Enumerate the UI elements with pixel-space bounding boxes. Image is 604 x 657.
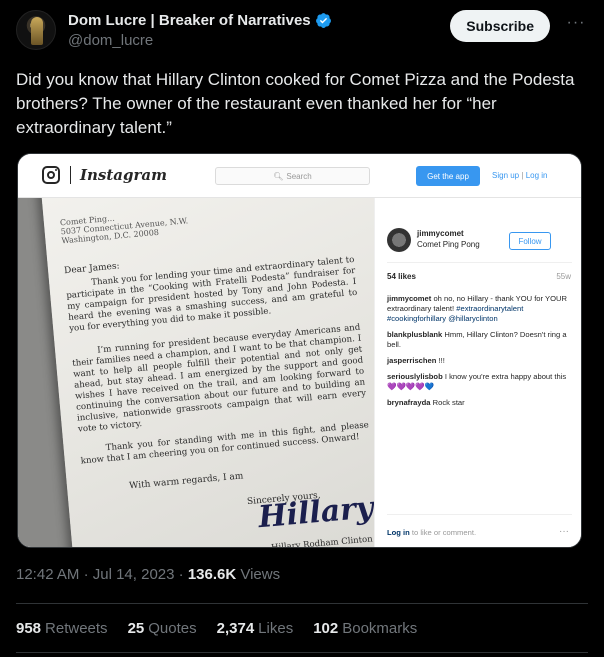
retweets-count: 958 xyxy=(16,620,42,637)
comment-text: !!! xyxy=(438,356,445,365)
instagram-login-prompt: Log in to like or comment. xyxy=(387,528,476,537)
tweet-time[interactable]: 12:42 AM xyxy=(16,566,79,583)
retweets-label: Retweets xyxy=(45,620,108,637)
instagram-likes: 54 likes xyxy=(387,272,416,281)
likes-count: 2,374 xyxy=(216,620,255,637)
signup-login-links: Sign up | Log in xyxy=(492,171,548,180)
comment-user: jasperrischen xyxy=(387,356,437,365)
search-placeholder: Search xyxy=(286,171,312,181)
divider xyxy=(16,652,588,653)
instagram-wordmark: Instagram xyxy=(80,166,167,184)
letter-address: Comet Ping... 5037 Connecticut Avenue, N… xyxy=(60,207,190,246)
quotes-count: 25 xyxy=(127,620,145,637)
retweets-stat[interactable]: 958 Retweets xyxy=(16,620,108,637)
instagram-comment: brynafrayda Rock star xyxy=(387,398,575,408)
quotes-label: Quotes xyxy=(148,620,197,637)
instagram-search: 🔍︎ Search xyxy=(215,167,370,185)
instagram-follow-button: Follow xyxy=(509,232,551,250)
instagram-username: jimmycomet xyxy=(417,229,464,238)
instagram-location: Comet Ping Pong xyxy=(417,240,480,249)
letter-typed-name: Hillary Rodham Clinton xyxy=(270,534,374,548)
divider xyxy=(387,262,572,263)
letter-paragraph: I’m running for president because everyd… xyxy=(71,322,367,435)
tweet: Dom Lucre | Breaker of Narratives @dom_l… xyxy=(0,0,604,657)
bookmarks-stat[interactable]: 102 Bookmarks xyxy=(313,620,417,637)
subscribe-button[interactable]: Subscribe xyxy=(450,10,550,42)
login-prompt-link: Log in xyxy=(387,528,410,537)
instagram-camera-icon xyxy=(42,166,60,184)
views-label: Views xyxy=(240,566,281,583)
signup-link: Sign up xyxy=(492,171,520,180)
instagram-comment: seriouslylisbob I know you're extra happ… xyxy=(387,372,575,392)
instagram-header: Instagram 🔍︎ Search Get the app Sign up … xyxy=(18,154,581,198)
letter-paper: Comet Ping... 5037 Connecticut Avenue, N… xyxy=(40,198,374,548)
get-app-button: Get the app xyxy=(416,166,480,186)
login-link: Log in xyxy=(525,171,548,180)
comment-text: Rock star xyxy=(432,398,465,407)
quotes-stat[interactable]: 25 Quotes xyxy=(128,620,197,637)
instagram-post-sidebar: jimmycomet Comet Ping Pong Follow 54 lik… xyxy=(374,198,581,547)
bookmarks-count: 102 xyxy=(313,620,339,637)
avatar[interactable] xyxy=(16,10,56,50)
instagram-comment: blankplusblank Hmm, Hillary Clinton? Doe… xyxy=(387,330,575,350)
more-horizontal-icon[interactable]: ··· xyxy=(566,15,586,36)
bookmarks-label: Bookmarks xyxy=(342,620,418,637)
engagement-stats: 958 Retweets 25 Quotes 2,374 Likes 102 Bookm… xyxy=(16,620,417,637)
tweet-timestamp[interactable]: 12:42 AM · Jul 14, 2023 · 136.6K Views xyxy=(16,566,280,583)
tweet-media-image[interactable]: Instagram 🔍︎ Search Get the app Sign up … xyxy=(17,153,582,548)
tweet-text: Did you know that Hillary Clinton cooked… xyxy=(16,70,575,137)
comment-user: seriouslylisbob xyxy=(387,372,443,381)
comment-user: blankplusblank xyxy=(387,330,443,339)
handle[interactable]: @dom_lucre xyxy=(68,32,332,49)
display-name[interactable]: Dom Lucre | Breaker of Narratives xyxy=(68,12,332,29)
author-block[interactable]: Dom Lucre | Breaker of Narratives @dom_l… xyxy=(68,12,332,49)
divider xyxy=(70,166,71,184)
divider xyxy=(16,603,588,604)
login-prompt-text: to like or comment. xyxy=(411,528,477,537)
display-name-text[interactable]: Dom Lucre | Breaker of Narratives xyxy=(68,12,311,29)
handwritten-signature: Hillary xyxy=(256,490,374,536)
letter-salutation: Dear James: xyxy=(63,261,121,277)
instagram-comment: jasperrischen !!! xyxy=(387,356,575,366)
instagram-comments: jimmycomet oh no, no Hillary - thank YOU… xyxy=(387,294,575,414)
verified-badge-icon xyxy=(315,13,331,28)
tweet-header: Dom Lucre | Breaker of Narratives @dom_l… xyxy=(16,10,588,54)
search-icon: 🔍︎ xyxy=(273,171,284,181)
instagram-more-icon: ··· xyxy=(559,526,569,537)
likes-label: Likes xyxy=(258,620,294,637)
instagram-post-age: 55w xyxy=(556,272,571,281)
letter-closing: With warm regards, I am xyxy=(128,471,244,492)
divider xyxy=(387,514,572,515)
instagram-avatar xyxy=(387,228,411,252)
comment-user: jimmycomet xyxy=(387,294,432,303)
comment-user: brynafrayda xyxy=(387,398,431,407)
tweet-date[interactable]: Jul 14, 2023 xyxy=(93,566,175,583)
views-count: 136.6K xyxy=(187,566,237,583)
instagram-comment: jimmycomet oh no, no Hillary - thank YOU… xyxy=(387,294,575,324)
letter-photo: Comet Ping... 5037 Connecticut Avenue, N… xyxy=(18,198,374,548)
likes-stat[interactable]: 2,374 Likes xyxy=(217,620,294,637)
